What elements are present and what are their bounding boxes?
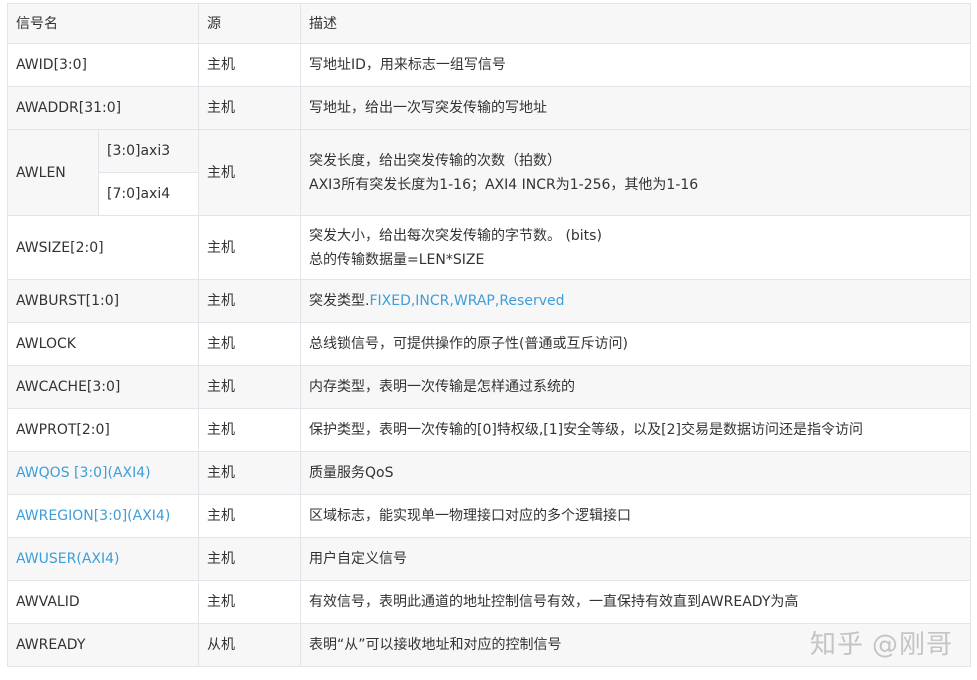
signal-description: 有效信号，表明此通道的地址控制信号有效，一直保持有效直到AWREADY为高: [300, 580, 971, 624]
table-row: AWADDR[31:0] 主机 写地址，给出一次写突发传输的写地址: [7, 86, 971, 130]
signal-source: 主机: [198, 494, 301, 538]
table-row: AWBURST[1:0] 主机 突发类型.FIXED,INCR,WRAP,Res…: [7, 279, 971, 323]
signal-source: 主机: [198, 279, 301, 323]
signal-name-link[interactable]: AWREGION[3:0](AXI4): [7, 494, 199, 538]
signal-source: 主机: [198, 129, 301, 216]
signal-source: 主机: [198, 215, 301, 280]
zhihu-watermark: 知乎 @刚哥: [810, 624, 953, 661]
signal-source: 从机: [198, 623, 301, 667]
table-row: AWQOS [3:0](AXI4) 主机 质量服务QoS: [7, 451, 971, 495]
signal-source: 主机: [198, 451, 301, 495]
signal-source: 主机: [198, 537, 301, 581]
signal-description: 内存类型，表明一次传输是怎样通过系统的: [300, 365, 971, 409]
signal-name-link[interactable]: AWUSER(AXI4): [7, 537, 199, 581]
description-line: AXI3所有突发长度为1-16；AXI4 INCR为1-256，其他为1-16: [309, 176, 699, 193]
signal-name: AWVALID: [7, 580, 199, 624]
table-row: AWREGION[3:0](AXI4) 主机 区域标志，能实现单一物理接口对应的…: [7, 494, 971, 538]
signal-description: 写地址ID，用来标志一组写信号: [300, 43, 971, 87]
table-row: AWCACHE[3:0] 主机 内存类型，表明一次传输是怎样通过系统的: [7, 365, 971, 409]
signal-name: AWADDR[31:0]: [7, 86, 199, 130]
table-header-row: 信号名 源 描述: [7, 3, 971, 44]
signal-name: AWLOCK: [7, 322, 199, 366]
signal-name: AWID[3:0]: [7, 43, 199, 87]
burst-types-link[interactable]: FIXED,INCR,WRAP,Reserved: [369, 293, 564, 309]
header-signal-name: 信号名: [7, 3, 199, 44]
table-row: AWID[3:0] 主机 写地址ID，用来标志一组写信号: [7, 43, 971, 87]
table-row: AWPROT[2:0] 主机 保护类型，表明一次传输的[0]特权级,[1]安全等…: [7, 408, 971, 452]
signal-name: AWBURST[1:0]: [7, 279, 199, 323]
signal-description: 写地址，给出一次写突发传输的写地址: [300, 86, 971, 130]
signal-description: 总线锁信号，可提供操作的原子性(普通或互斥访问): [300, 322, 971, 366]
watermark-brand: 知乎: [809, 630, 864, 660]
signal-description: 质量服务QoS: [300, 451, 971, 495]
signal-name: AWSIZE[2:0]: [7, 215, 199, 280]
signal-name-link[interactable]: AWQOS [3:0](AXI4): [7, 451, 199, 495]
signal-source: 主机: [198, 408, 301, 452]
signal-source: 主机: [198, 580, 301, 624]
description-line: 突发长度，给出突发传输的次数（拍数）: [309, 152, 561, 169]
signal-source: 主机: [198, 43, 301, 87]
description-line: 总的传输数据量=LEN*SIZE: [309, 251, 485, 268]
table-row: AWSIZE[2:0] 主机 突发大小，给出每次突发传输的字节数。 (bits)…: [7, 215, 971, 280]
table-row: AWLEN [3:0]axi3 主机 突发长度，给出突发传输的次数（拍数） AX…: [7, 129, 971, 216]
signal-subwidth: [3:0]axi3: [98, 129, 199, 173]
signal-description: 突发长度，给出突发传输的次数（拍数） AXI3所有突发长度为1-16；AXI4 …: [300, 129, 971, 216]
table-row: AWLOCK 主机 总线锁信号，可提供操作的原子性(普通或互斥访问): [7, 322, 971, 366]
signal-subwidth: [7:0]axi4: [98, 172, 199, 216]
signal-table: 信号名 源 描述 AWID[3:0] 主机 写地址ID，用来标志一组写信号 AW…: [7, 3, 971, 667]
signal-description: 用户自定义信号: [300, 537, 971, 581]
signal-source: 主机: [198, 322, 301, 366]
table-row: AWUSER(AXI4) 主机 用户自定义信号: [7, 537, 971, 581]
signal-name: AWREADY: [7, 623, 199, 667]
table-row: AWVALID 主机 有效信号，表明此通道的地址控制信号有效，一直保持有效直到A…: [7, 580, 971, 624]
signal-name: AWLEN: [7, 129, 99, 216]
watermark-author: @刚哥: [871, 630, 953, 660]
signal-description: 突发大小，给出每次突发传输的字节数。 (bits) 总的传输数据量=LEN*SI…: [300, 215, 971, 280]
header-description: 描述: [300, 3, 971, 44]
signal-description: 区域标志，能实现单一物理接口对应的多个逻辑接口: [300, 494, 971, 538]
description-prefix: 突发类型.: [309, 293, 370, 309]
signal-name: AWPROT[2:0]: [7, 408, 199, 452]
signal-description: 突发类型.FIXED,INCR,WRAP,Reserved: [300, 279, 971, 323]
signal-source: 主机: [198, 86, 301, 130]
signal-name: AWCACHE[3:0]: [7, 365, 199, 409]
description-line: 突发大小，给出每次突发传输的字节数。 (bits): [309, 227, 602, 244]
signal-source: 主机: [198, 365, 301, 409]
header-source: 源: [198, 3, 301, 44]
signal-description: 保护类型，表明一次传输的[0]特权级,[1]安全等级，以及[2]交易是数据访问还…: [300, 408, 971, 452]
